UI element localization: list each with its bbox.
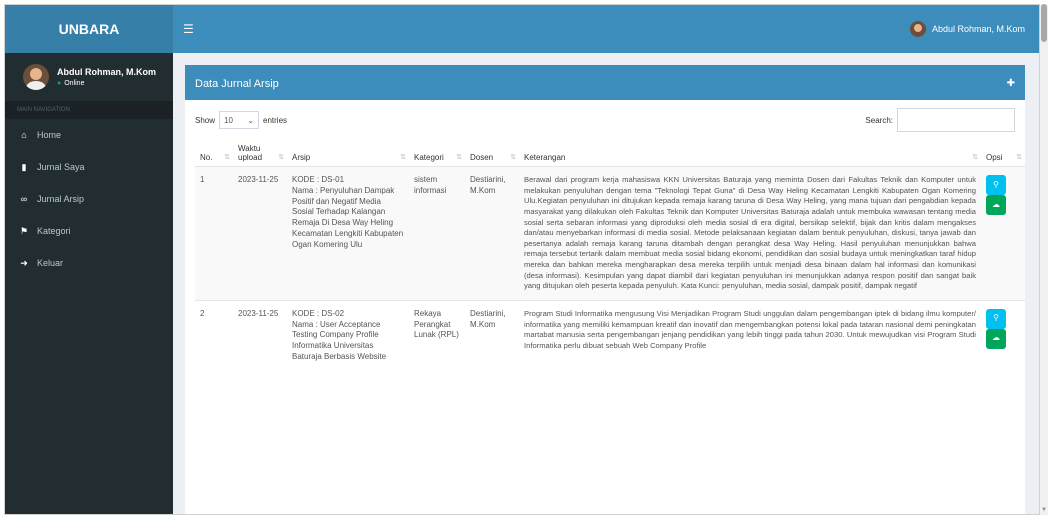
cell-opsi: ⚲ ☁ [981, 166, 1025, 301]
entries-value: 10 [224, 115, 233, 125]
show-label: Show [195, 115, 216, 125]
cloud-download-icon: ☁ [992, 333, 1000, 343]
search-icon: ⚲ [993, 313, 999, 323]
chevron-down-icon: ⌄ [247, 115, 255, 125]
status-text: Online [64, 80, 85, 87]
sort-icon: ⇅ [278, 154, 284, 161]
sign-out-icon: ➜ [20, 257, 28, 268]
sidebar-item-jurnal-arsip[interactable]: ∞ Jurnal Arsip [5, 183, 173, 215]
sidebar-item-label: Jurnal Arsip [37, 194, 85, 204]
book-icon: ▮ [21, 161, 27, 172]
column-header-opsi[interactable]: Opsi ⇅ [981, 140, 1025, 167]
sidebar-item-label: Keluar [37, 258, 64, 268]
box-title: Data Jurnal Arsip [195, 77, 279, 90]
cell-no: 1 [195, 166, 233, 301]
sidebar-item-label: Home [37, 130, 62, 140]
cell-keterangan: Program Studi Informatika mengusung Visi… [519, 299, 981, 371]
view-button[interactable]: ⚲ [986, 308, 1006, 329]
entries-select[interactable]: 10 ⌄ [219, 111, 260, 129]
bars-icon[interactable]: ☰ [183, 22, 194, 36]
search-input[interactable] [897, 108, 1015, 132]
column-header-arsip[interactable]: Arsip ⇅ [287, 140, 409, 167]
search-label: Search: [865, 115, 893, 125]
cell-arsip: KODE : DS-02 Nama : User Acceptance Test… [287, 299, 409, 371]
plus-icon[interactable]: ✚ [1007, 78, 1015, 89]
nav-header: MAIN NAVIGATION [5, 101, 173, 119]
cell-keterangan: Berawal dari program kerja mahasiswa KKN… [519, 166, 981, 301]
main-content: Data Jurnal Arsip ✚ Show 10 ⌄ entries Se… [173, 53, 1039, 514]
app-window: UNBARA ☰ Abdul Rohman, M.Kom Abdul Rohma… [4, 4, 1040, 515]
sort-icon: ⇅ [1016, 154, 1022, 161]
sidebar-item-kategori[interactable]: ⚑ Kategori [5, 215, 173, 247]
sort-icon: ⇅ [400, 154, 406, 161]
column-header-no[interactable]: No. ⇅ [195, 140, 233, 167]
brand-logo[interactable]: UNBARA [5, 5, 173, 53]
navbar-user-name: Abdul Rohman, M.Kom [931, 24, 1025, 34]
table-header-row: No. ⇅ Waktu upload ⇅ Arsip ⇅ Kategori ⇅ Dose… [195, 140, 1025, 167]
sort-icon: ⇅ [972, 154, 978, 161]
cell-kategori: sistem informasi [409, 166, 465, 301]
link-icon: ∞ [20, 194, 28, 204]
column-header-dosen[interactable]: Dosen ⇅ [465, 140, 519, 167]
cell-waktu: 2023-11-25 [233, 166, 287, 301]
sort-icon: ⇅ [510, 154, 516, 161]
cell-waktu: 2023-11-25 [233, 299, 287, 371]
sidebar: Abdul Rohman, M.Kom ● Online MAIN NAVIGAT… [5, 53, 173, 514]
cell-kategori: Rekaya Perangkat Lunak (RPL) [409, 299, 465, 371]
brand-text: UNBARA [58, 21, 120, 37]
download-button[interactable]: ☁ [986, 195, 1006, 215]
user-avatar [909, 21, 926, 37]
entries-label: entries [263, 115, 288, 125]
column-header-keterangan[interactable]: Keterangan ⇅ [519, 140, 981, 167]
data-box: Data Jurnal Arsip ✚ Show 10 ⌄ entries Se… [185, 65, 1025, 514]
sidebar-avatar [23, 64, 49, 90]
sort-icon: ⇅ [224, 154, 230, 161]
table-row: 1 2023-11-25 KODE : DS-01 Nama : Penyulu… [195, 166, 1025, 301]
status-badge: ● Online [57, 80, 156, 87]
view-button[interactable]: ⚲ [986, 175, 1006, 195]
download-button[interactable]: ☁ [986, 328, 1006, 349]
sidebar-item-label: Kategori [37, 226, 71, 236]
table-controls: Show 10 ⌄ entries Search: [185, 100, 1025, 140]
sidebar-item-label: Jurnal Saya [37, 162, 85, 172]
cell-arsip: KODE : DS-01 Nama : Penyuluhan Dampak Po… [287, 166, 409, 301]
cell-dosen: Destiarini, M.Kom [465, 166, 519, 301]
cell-dosen: Destiarini, M.Kom [465, 299, 519, 371]
top-navbar: ☰ Abdul Rohman, M.Kom [173, 5, 1039, 53]
scroll-down-icon[interactable]: ▼ [1040, 507, 1048, 513]
cloud-download-icon: ☁ [992, 199, 1000, 209]
column-header-waktu[interactable]: Waktu upload ⇅ [233, 140, 287, 167]
online-dot-icon: ● [57, 80, 62, 87]
bookmark-icon: ⚑ [19, 225, 29, 236]
sort-icon: ⇅ [456, 154, 462, 161]
cell-no: 2 [195, 299, 233, 371]
user-menu[interactable]: Abdul Rohman, M.Kom [909, 21, 1025, 37]
page-scrollbar[interactable]: ▼ [1040, 4, 1048, 515]
scrollbar-thumb[interactable] [1041, 4, 1047, 42]
table-row: 2 2023-11-25 KODE : DS-02 Nama : User Ac… [195, 299, 1025, 371]
sidebar-item-keluar[interactable]: ➜ Keluar [5, 247, 173, 279]
search-icon: ⚲ [993, 179, 999, 189]
sidebar-item-jurnal-saya[interactable]: ▮ Jurnal Saya [5, 151, 173, 183]
sidebar-user-name: Abdul Rohman, M.Kom [57, 67, 156, 77]
column-header-kategori[interactable]: Kategori ⇅ [409, 140, 465, 167]
journal-table: No. ⇅ Waktu upload ⇅ Arsip ⇅ Kategori ⇅ Dose… [195, 140, 1025, 371]
cell-opsi: ⚲ ☁ [981, 299, 1025, 371]
box-header: Data Jurnal Arsip ✚ [185, 67, 1025, 100]
home-icon: ⌂ [21, 130, 27, 140]
sidebar-item-home[interactable]: ⌂ Home [5, 119, 173, 151]
user-panel: Abdul Rohman, M.Kom ● Online [5, 53, 173, 93]
